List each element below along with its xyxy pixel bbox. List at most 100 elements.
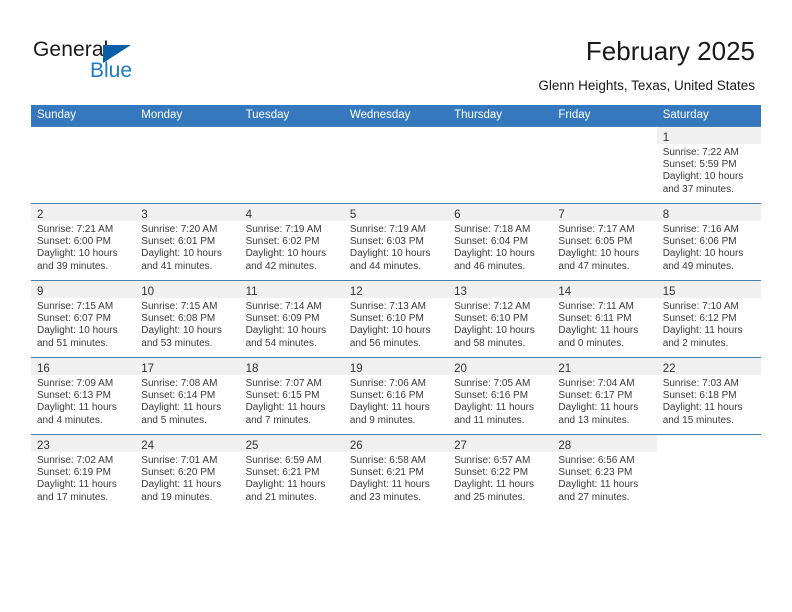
daylight-duration-line2: and 27 minutes. (558, 491, 630, 503)
day-number-band: 9 (31, 281, 136, 298)
calendar-day-cell[interactable]: 8 Sunrise: 7:16 AM Sunset: 6:06 PM Daylight… (656, 203, 761, 281)
sunset-time: Sunset: 6:02 PM (245, 236, 320, 248)
calendar-day-cell[interactable]: 20 Sunrise: 7:05 AM Sunset: 6:16 PM Dayligh… (448, 357, 553, 435)
general-blue-logo[interactable]: General Blue (33, 38, 233, 86)
day-sun-info: Sunrise: 7:22 AM Sunset: 5:59 PM Daylight:… (657, 144, 761, 196)
calendar-day-cell[interactable]: 23 Sunrise: 7:02 AM Sunset: 6:19 PM Dayligh… (31, 434, 136, 511)
daylight-duration-line1: Daylight: 11 hours (558, 325, 639, 337)
calendar-day-content: 3 Sunrise: 7:20 AM Sunset: 6:01 PM Daylight… (135, 204, 240, 280)
calendar-day-cell[interactable] (31, 126, 136, 204)
daylight-duration-line2: and 46 minutes. (454, 260, 526, 272)
sunset-time: Sunset: 6:14 PM (141, 390, 216, 402)
sunset-time: Sunset: 6:18 PM (662, 390, 737, 402)
calendar-day-cell[interactable]: 26 Sunrise: 6:58 AM Sunset: 6:21 PM Dayligh… (343, 434, 449, 511)
calendar-day-cell[interactable]: 28 Sunrise: 6:56 AM Sunset: 6:23 PM Dayligh… (552, 434, 657, 511)
calendar-week-row: 16 Sunrise: 7:09 AM Sunset: 6:13 PM Dayligh… (31, 357, 761, 435)
day-number: 8 (662, 209, 670, 221)
sunrise-time: Sunrise: 7:04 AM (558, 378, 635, 389)
calendar-day-cell[interactable]: 9 Sunrise: 7:15 AM Sunset: 6:07 PM Daylight… (31, 280, 136, 358)
calendar-day-cell[interactable]: 19 Sunrise: 7:06 AM Sunset: 6:16 PM Dayligh… (343, 357, 449, 435)
weekday-header-saturday: Saturday (656, 105, 761, 127)
calendar-day-cell[interactable]: 27 Sunrise: 6:57 AM Sunset: 6:22 PM Dayligh… (448, 434, 553, 511)
daylight-duration-line2: and 42 minutes. (245, 260, 317, 272)
sunrise-time: Sunrise: 7:08 AM (141, 378, 218, 389)
weekday-header-monday: Monday (135, 105, 240, 127)
day-number-band: 23 (31, 435, 136, 452)
sunset-time: Sunset: 5:59 PM (662, 159, 737, 171)
day-number-band: 6 (448, 204, 553, 221)
calendar-day-cell[interactable]: 7 Sunrise: 7:17 AM Sunset: 6:05 PM Daylight… (552, 203, 657, 281)
calendar-day-empty (657, 435, 761, 511)
sunrise-time: Sunrise: 7:05 AM (454, 378, 531, 389)
sunrise-time: Sunrise: 7:15 AM (141, 301, 218, 312)
calendar-day-cell[interactable]: 3 Sunrise: 7:20 AM Sunset: 6:01 PM Daylight… (135, 203, 240, 281)
calendar-day-cell[interactable]: 25 Sunrise: 6:59 AM Sunset: 6:21 PM Dayligh… (239, 434, 344, 511)
day-number: 11 (245, 286, 258, 298)
calendar-day-cell[interactable]: 22 Sunrise: 7:03 AM Sunset: 6:18 PM Dayligh… (656, 357, 761, 435)
calendar-day-cell[interactable]: 1 Sunrise: 7:22 AM Sunset: 5:59 PM Daylight… (656, 126, 761, 204)
day-number: 3 (141, 209, 148, 221)
sunset-time: Sunset: 6:03 PM (349, 236, 424, 248)
calendar-day-cell[interactable]: 2 Sunrise: 7:21 AM Sunset: 6:00 PM Daylight… (31, 203, 136, 281)
sunrise-time: Sunrise: 7:12 AM (454, 301, 531, 312)
daylight-duration-line2: and 41 minutes. (141, 260, 213, 272)
sunset-time: Sunset: 6:10 PM (349, 313, 424, 325)
calendar-page: General Blue February 2025 Glenn Heights… (0, 0, 792, 612)
day-number-band: 8 (656, 204, 761, 221)
calendar-day-cell[interactable]: 18 Sunrise: 7:07 AM Sunset: 6:15 PM Dayligh… (239, 357, 344, 435)
day-sun-info: Sunrise: 7:19 AM Sunset: 6:02 PM Daylight:… (240, 221, 344, 273)
daylight-duration-line1: Daylight: 10 hours (349, 248, 431, 260)
daylight-duration-line2: and 44 minutes. (349, 260, 422, 272)
calendar-day-cell[interactable]: 24 Sunrise: 7:01 AM Sunset: 6:20 PM Dayligh… (135, 434, 240, 511)
daylight-duration-line1: Daylight: 10 hours (37, 325, 118, 337)
calendar-day-cell[interactable]: 17 Sunrise: 7:08 AM Sunset: 6:14 PM Dayligh… (135, 357, 240, 435)
daylight-duration-line2: and 9 minutes. (349, 414, 416, 426)
calendar-day-empty (240, 127, 344, 203)
calendar-day-cell[interactable]: 21 Sunrise: 7:04 AM Sunset: 6:17 PM Dayligh… (552, 357, 657, 435)
calendar-day-cell[interactable]: 5 Sunrise: 7:19 AM Sunset: 6:03 PM Daylight… (343, 203, 449, 281)
day-number-band: 10 (135, 281, 240, 298)
day-number: 16 (37, 363, 50, 375)
calendar-day-cell[interactable] (135, 126, 240, 204)
calendar-day-cell[interactable] (552, 126, 657, 204)
calendar-day-cell[interactable]: 10 Sunrise: 7:15 AM Sunset: 6:08 PM Dayligh… (135, 280, 240, 358)
calendar-day-cell[interactable] (343, 126, 449, 204)
calendar-day-cell[interactable]: 16 Sunrise: 7:09 AM Sunset: 6:13 PM Dayligh… (31, 357, 136, 435)
weekday-header-tuesday: Tuesday (239, 105, 344, 127)
sunrise-time: Sunrise: 7:11 AM (558, 301, 634, 312)
calendar-day-cell[interactable] (656, 434, 761, 511)
daylight-duration-line2: and 15 minutes. (662, 414, 734, 426)
daylight-duration-line2: and 58 minutes. (454, 337, 526, 349)
sunrise-time: Sunrise: 7:22 AM (662, 147, 739, 158)
calendar-day-cell[interactable]: 14 Sunrise: 7:11 AM Sunset: 6:11 PM Dayligh… (552, 280, 657, 358)
calendar-day-cell[interactable]: 12 Sunrise: 7:13 AM Sunset: 6:10 PM Dayligh… (343, 280, 449, 358)
calendar-day-cell[interactable] (448, 126, 553, 204)
sunset-time: Sunset: 6:09 PM (245, 313, 320, 325)
sunrise-time: Sunrise: 7:03 AM (662, 378, 739, 389)
daylight-duration-line2: and 51 minutes. (37, 337, 109, 349)
calendar-day-cell[interactable]: 6 Sunrise: 7:18 AM Sunset: 6:04 PM Daylight… (448, 203, 553, 281)
calendar-day-cell[interactable]: 11 Sunrise: 7:14 AM Sunset: 6:09 PM Dayligh… (239, 280, 344, 358)
calendar-day-cell[interactable]: 15 Sunrise: 7:10 AM Sunset: 6:12 PM Dayligh… (656, 280, 761, 358)
daylight-duration-line2: and 39 minutes. (37, 260, 109, 272)
day-sun-info: Sunrise: 7:01 AM Sunset: 6:20 PM Daylight:… (135, 452, 239, 504)
calendar-day-cell[interactable]: 13 Sunrise: 7:12 AM Sunset: 6:10 PM Dayligh… (448, 280, 553, 358)
daylight-duration-line1: Daylight: 10 hours (662, 171, 744, 183)
calendar-day-content: 12 Sunrise: 7:13 AM Sunset: 6:10 PM Dayligh… (343, 281, 449, 357)
sunrise-time: Sunrise: 7:20 AM (141, 224, 218, 235)
day-number-band: 21 (552, 358, 657, 375)
day-number-band: 28 (552, 435, 657, 452)
calendar-day-cell[interactable] (239, 126, 344, 204)
sunset-time: Sunset: 6:19 PM (37, 467, 111, 479)
sunrise-time: Sunrise: 7:21 AM (37, 224, 114, 235)
day-sun-info: Sunrise: 7:10 AM Sunset: 6:12 PM Daylight:… (657, 298, 761, 350)
daylight-duration-line2: and 7 minutes. (245, 414, 312, 426)
daylight-duration-line1: Daylight: 11 hours (662, 402, 743, 414)
sunrise-time: Sunrise: 7:07 AM (245, 378, 322, 389)
day-number-band: 5 (343, 204, 449, 221)
weekday-header-row: Sunday Monday Tuesday Wednesday Thursday… (31, 105, 761, 127)
calendar-week-row: 2 Sunrise: 7:21 AM Sunset: 6:00 PM Daylight… (31, 203, 761, 281)
day-sun-info: Sunrise: 7:08 AM Sunset: 6:14 PM Daylight:… (135, 375, 239, 427)
calendar-day-cell[interactable]: 4 Sunrise: 7:19 AM Sunset: 6:02 PM Daylight… (239, 203, 344, 281)
day-number: 23 (37, 440, 50, 452)
